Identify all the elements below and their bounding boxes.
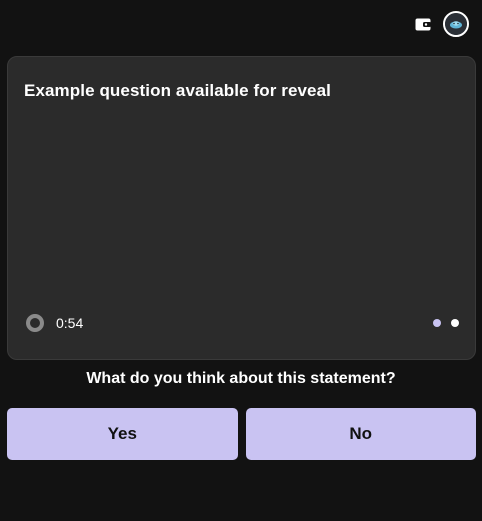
yes-button[interactable]: Yes xyxy=(7,408,238,460)
avatar-icon xyxy=(445,13,467,35)
question-text: Example question available for reveal xyxy=(24,81,331,100)
timer-ring-icon xyxy=(26,314,44,332)
statement-prompt: What do you think about this statement? xyxy=(86,370,396,387)
wallet-button[interactable] xyxy=(415,17,431,31)
pager-dot-2[interactable] xyxy=(451,319,459,327)
card-pager xyxy=(433,319,459,327)
pager-dot-1[interactable] xyxy=(433,319,441,327)
wallet-icon xyxy=(415,18,431,30)
top-bar xyxy=(415,11,469,37)
no-button[interactable]: No xyxy=(245,408,476,460)
avatar-button[interactable] xyxy=(443,11,469,37)
question-card[interactable]: Example question available for reveal 0:… xyxy=(7,56,476,360)
app-root: Example question available for reveal 0:… xyxy=(0,0,482,521)
countdown-timer: 0:54 xyxy=(26,314,83,332)
answer-buttons: Yes No xyxy=(7,408,476,460)
timer-text: 0:54 xyxy=(56,315,84,331)
